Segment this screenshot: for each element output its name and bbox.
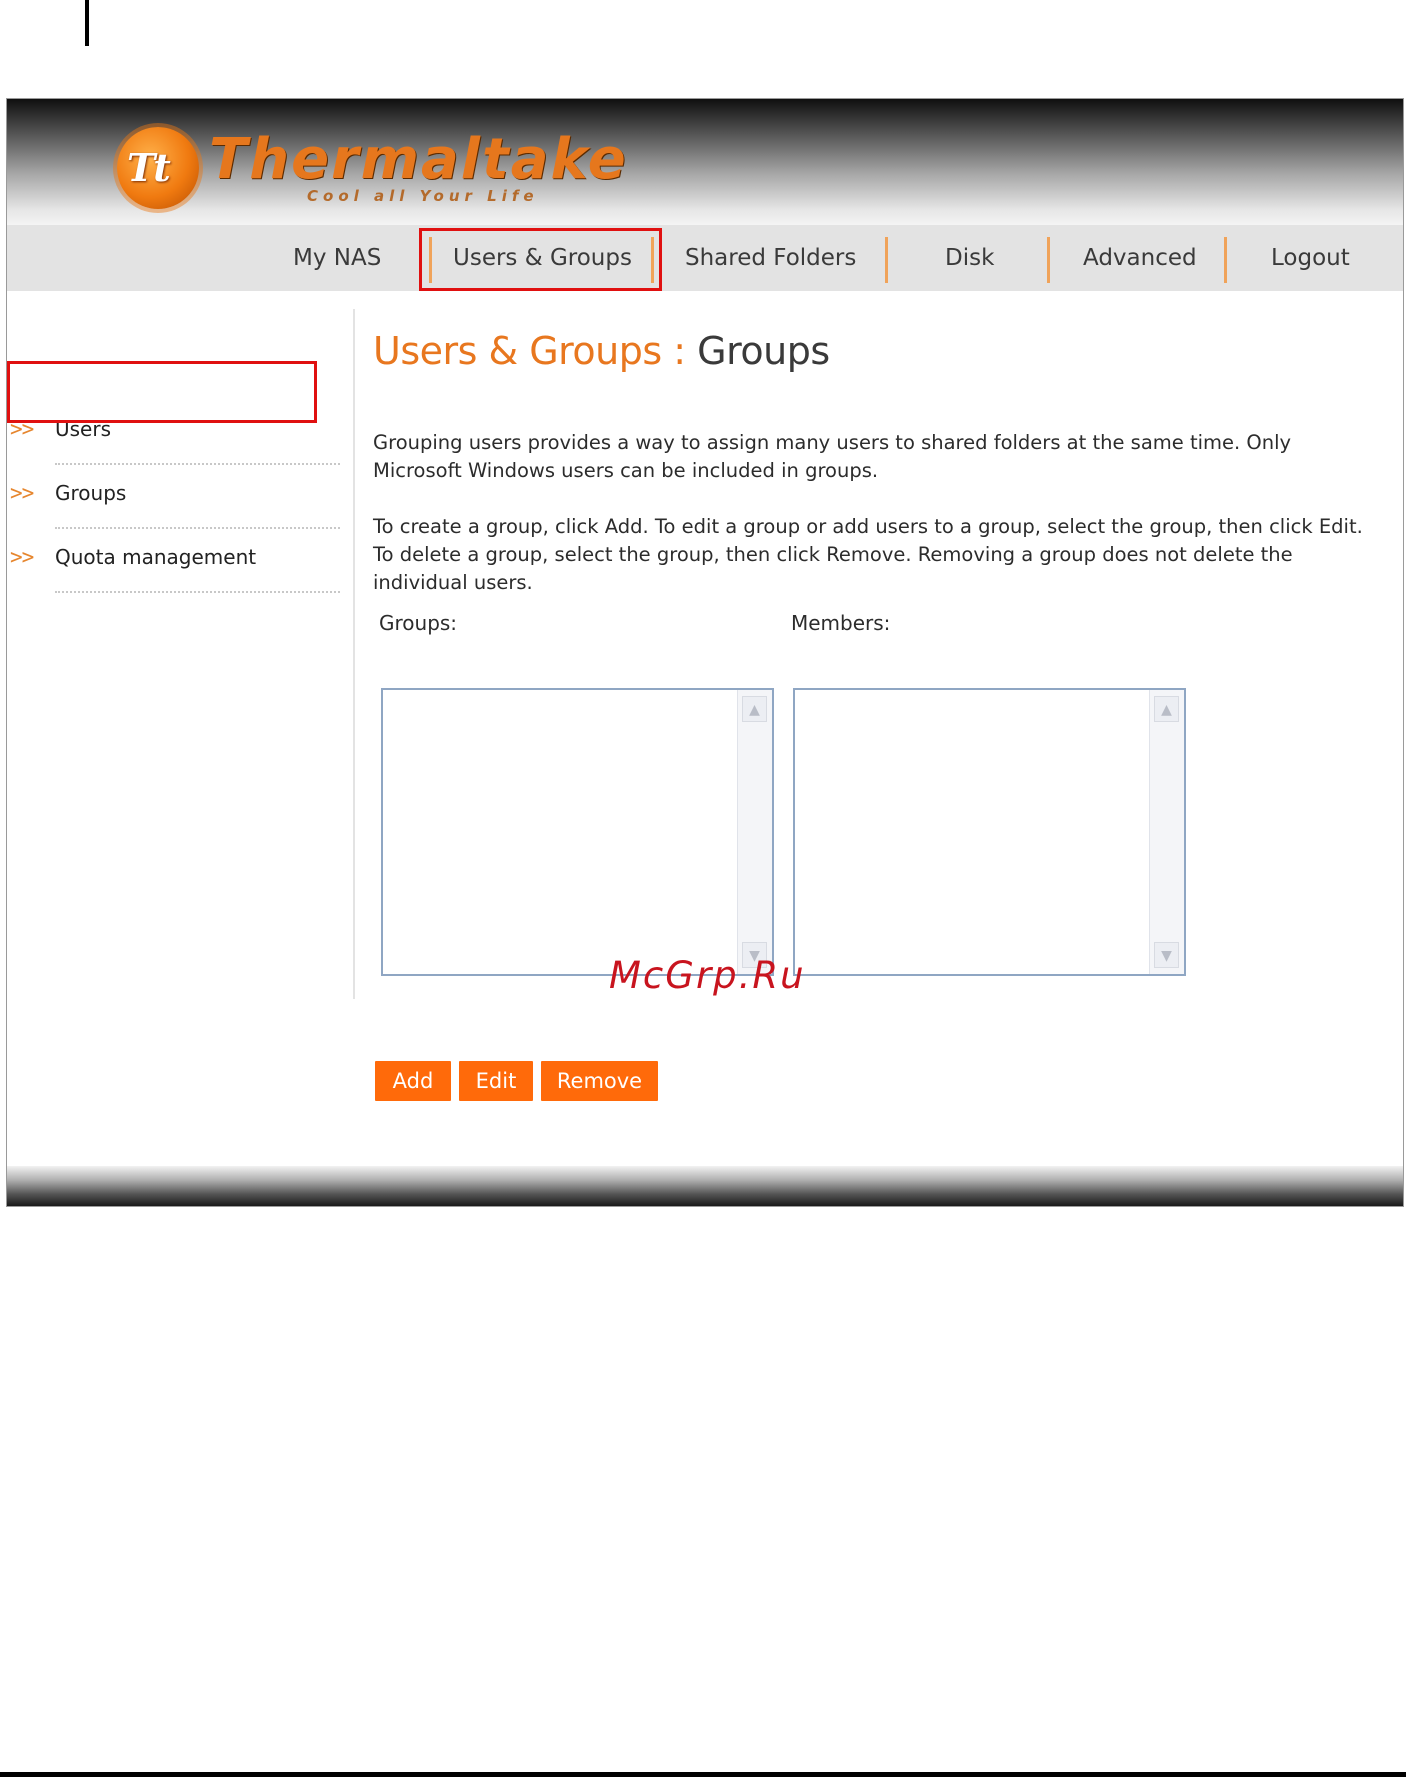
members-scrollbar[interactable]: ▲ ▼ — [1149, 690, 1184, 974]
groups-label: Groups: — [379, 611, 458, 635]
remove-button[interactable]: Remove — [541, 1061, 658, 1101]
groups-scrollbar[interactable]: ▲ ▼ — [737, 690, 772, 974]
intro-paragraph: Grouping users provides a way to assign … — [373, 431, 1292, 482]
sidebar-item-groups[interactable]: >> Groups — [7, 473, 347, 513]
footer-bar — [7, 1166, 1403, 1206]
sidebar-divider — [55, 527, 340, 529]
sidebar-item-label: Groups — [55, 481, 127, 505]
nav-separator — [885, 237, 888, 283]
watermark-text: McGrp.Ru — [609, 954, 806, 997]
nav-logout[interactable]: Logout — [1271, 225, 1350, 291]
nav-shared-folders[interactable]: Shared Folders — [685, 225, 856, 291]
sidebar-divider — [55, 591, 340, 593]
instructions-paragraph: To create a group, click Add. To edit a … — [373, 515, 1363, 594]
sidebar-content-divider — [353, 309, 355, 999]
scroll-up-icon[interactable]: ▲ — [1154, 696, 1179, 722]
scroll-down-icon[interactable]: ▼ — [1154, 942, 1179, 968]
page-margin-mark — [85, 0, 89, 46]
double-arrow-icon: >> — [10, 481, 34, 505]
add-button[interactable]: Add — [375, 1061, 451, 1101]
logo-badge-icon: Tt — [117, 127, 199, 209]
header-banner: Tt Thermaltake Cool all Your Life — [7, 99, 1403, 225]
page-title-page: Groups — [697, 329, 830, 373]
page-bottom-rule — [0, 1772, 1406, 1777]
top-nav: My NAS Users & Groups Shared Folders Dis… — [7, 225, 1403, 291]
nav-advanced[interactable]: Advanced — [1083, 225, 1197, 291]
page-title-section: Users & Groups : — [373, 329, 686, 373]
sidebar-item-label: Quota management — [55, 545, 257, 569]
groups-listbox[interactable]: ▲ ▼ — [381, 688, 774, 976]
sidebar-divider — [55, 463, 340, 465]
sidebar-item-quota-management[interactable]: >> Quota management — [7, 537, 347, 577]
logo-wordmark: Thermaltake — [209, 127, 628, 192]
highlight-box-nav-tab — [419, 228, 662, 291]
nav-separator — [1224, 237, 1227, 283]
scroll-up-icon[interactable]: ▲ — [742, 696, 767, 722]
edit-button[interactable]: Edit — [459, 1061, 533, 1101]
highlight-box-sidebar-item — [7, 361, 317, 423]
logo-tagline: Cool all Your Life — [307, 187, 539, 205]
members-listbox[interactable]: ▲ ▼ — [793, 688, 1186, 976]
nas-admin-window: Tt Thermaltake Cool all Your Life My NAS… — [6, 98, 1404, 1207]
nav-disk[interactable]: Disk — [945, 225, 994, 291]
double-arrow-icon: >> — [10, 545, 34, 569]
nav-separator — [1047, 237, 1050, 283]
page-title: Users & Groups : Groups — [373, 329, 830, 373]
thermaltake-logo: Tt Thermaltake Cool all Your Life — [117, 123, 626, 211]
members-label: Members: — [791, 611, 891, 635]
nav-my-nas[interactable]: My NAS — [293, 225, 381, 291]
